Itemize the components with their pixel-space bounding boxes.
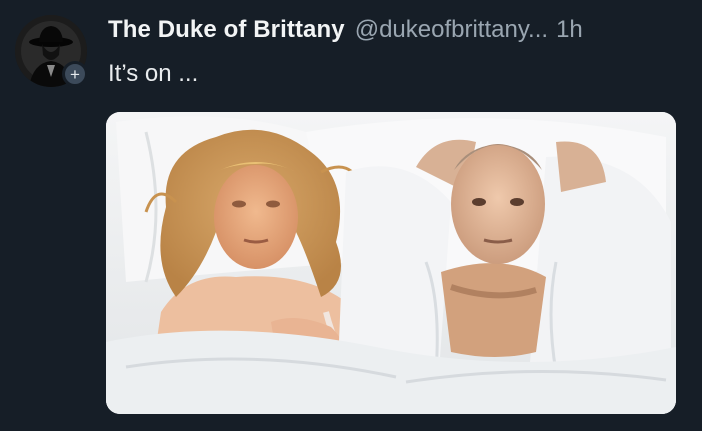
plus-icon[interactable]: + — [62, 61, 88, 87]
tweet-media-photo[interactable] — [106, 112, 676, 414]
tweet-text: It’s on ... — [108, 60, 199, 87]
tweet-card[interactable]: + The Duke of Brittany @dukeofbrittany..… — [0, 0, 702, 431]
avatar-container[interactable]: + — [15, 15, 88, 87]
display-name[interactable]: The Duke of Brittany — [108, 16, 345, 44]
tweet-header: The Duke of Brittany @dukeofbrittany... … — [108, 16, 684, 50]
photo-image — [106, 112, 676, 414]
timestamp[interactable]: 1h — [556, 16, 583, 44]
user-handle[interactable]: @dukeofbrittany... — [355, 16, 548, 44]
